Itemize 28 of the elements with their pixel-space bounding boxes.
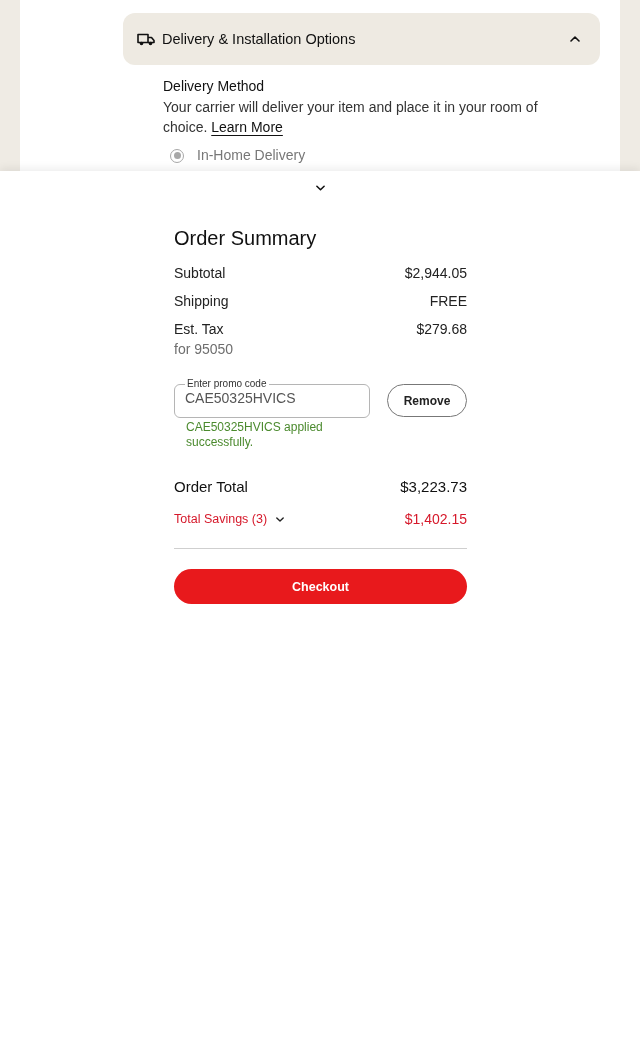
checkout-button[interactable]: Checkout — [174, 569, 467, 604]
summary-label: Subtotal — [174, 264, 226, 283]
total-savings-toggle[interactable]: Total Savings (3) — [174, 509, 285, 529]
accordion-title: Delivery & Installation Options — [162, 31, 356, 47]
summary-label: Est. Tax — [174, 320, 225, 339]
promo-code-label: Enter promo code — [186, 379, 268, 389]
summary-value: FREE — [429, 292, 467, 311]
chevron-icon — [315, 185, 325, 191]
summary-value: $279.68 — [416, 320, 467, 339]
summary-value: $2,944.05 — [404, 264, 467, 283]
order-total-value: $3,223.73 — [400, 477, 467, 497]
total-savings-value: $1,402.15 — [404, 510, 467, 529]
learn-more-link[interactable]: Learn More — [211, 119, 283, 135]
chevron-icon[interactable] — [570, 36, 580, 42]
section-title: Delivery Method — [163, 77, 265, 96]
promo-success-message: CAE50325HVICS applied successfully. — [186, 420, 324, 450]
chevron-icon — [276, 516, 285, 522]
tax-note: for 95050 — [174, 340, 234, 359]
order-total-label: Order Total — [174, 477, 248, 497]
remove-button[interactable]: Remove — [387, 384, 467, 417]
accordion-header[interactable]: Delivery & Installation Options — [123, 13, 600, 65]
delivery-description: Your carrier will deliver your item and place it in your room of choice. Learn More — [163, 98, 539, 137]
promo-code-field[interactable]: Enter promo code CAE50325HVICS — [174, 379, 370, 418]
summary-title: Order Summary — [174, 226, 318, 250]
summary-label: Shipping — [174, 292, 229, 311]
option-label: In-Home Delivery — [197, 148, 306, 163]
promo-code-input[interactable]: CAE50325HVICS — [185, 389, 359, 407]
truck-icon — [137, 32, 155, 46]
